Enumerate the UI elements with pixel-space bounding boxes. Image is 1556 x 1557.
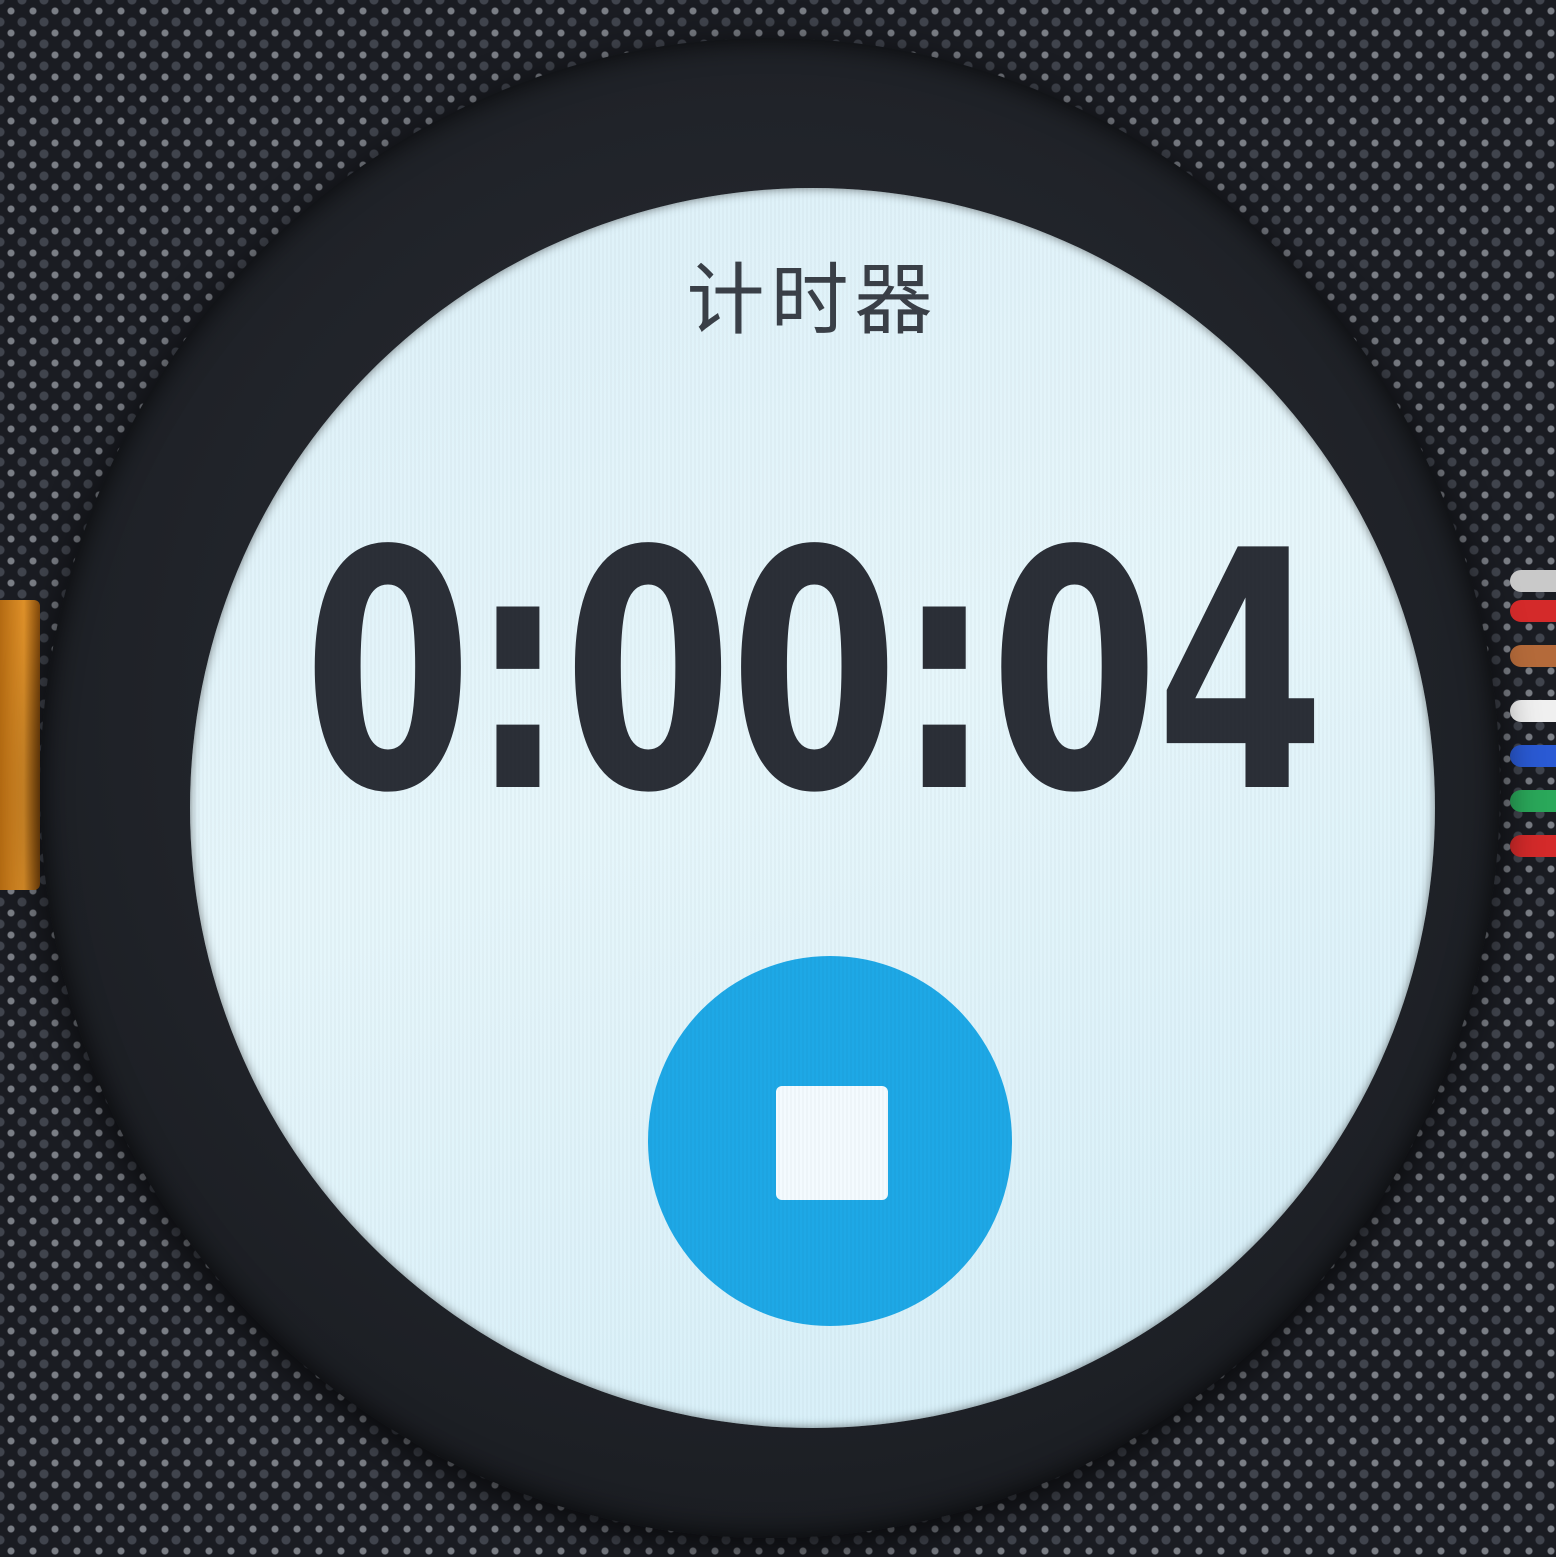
- watch-screen: 计时器 0:00:04: [190, 188, 1435, 1428]
- wire-brown: [1510, 645, 1556, 667]
- stop-button[interactable]: [648, 956, 1012, 1326]
- flex-cable: [0, 600, 40, 890]
- timer-display: 0:00:04: [303, 481, 1325, 865]
- wire-gray: [1510, 570, 1556, 592]
- stop-icon: [776, 1086, 888, 1200]
- app-title: 计时器: [686, 256, 939, 346]
- wire-white: [1510, 700, 1556, 722]
- watch-bezel: 计时器 0:00:04: [40, 38, 1500, 1538]
- wire-bundle: [1510, 570, 1556, 890]
- wire-red-2: [1510, 835, 1556, 857]
- wire-blue: [1510, 745, 1556, 767]
- wire-red: [1510, 600, 1556, 622]
- wire-green: [1510, 790, 1556, 812]
